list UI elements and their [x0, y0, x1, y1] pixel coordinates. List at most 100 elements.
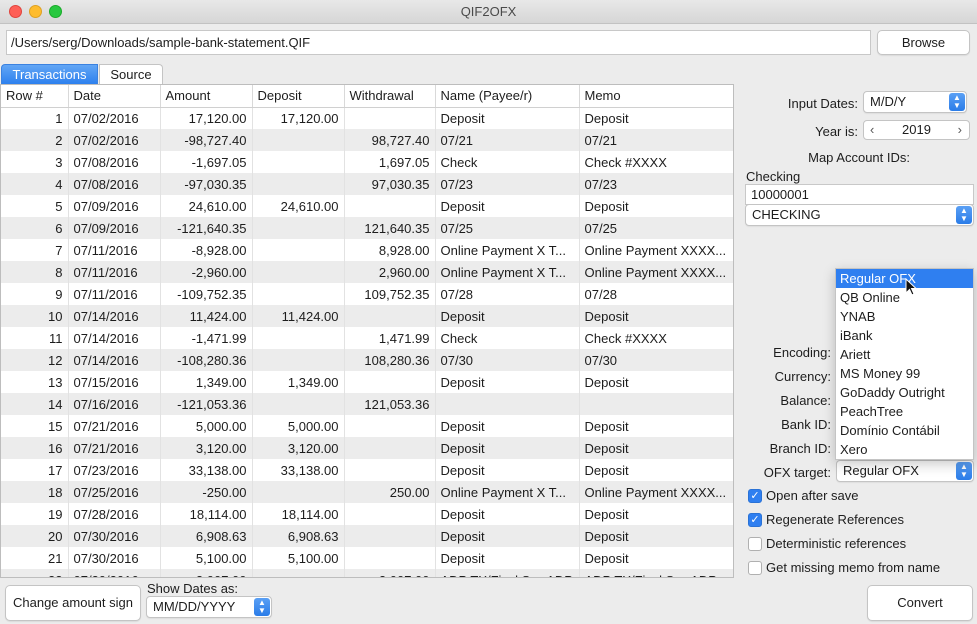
open-after-save-checkbox[interactable]: ✓: [748, 489, 762, 503]
tab-source[interactable]: Source: [99, 64, 163, 84]
chevron-right-icon[interactable]: ›: [958, 121, 962, 139]
table-row[interactable]: 19 07/28/2016 18,114.00 18,114.00 Deposit Dep…: [1, 503, 733, 525]
cell-row-number: 6: [1, 217, 69, 239]
cell-name: Deposit: [435, 415, 580, 437]
menu-item-godaddy-outright[interactable]: GoDaddy Outright: [836, 383, 973, 402]
table-row[interactable]: 8 07/11/2016 -2,960.00 2,960.00 Online Payme…: [1, 261, 733, 283]
cell-memo: Deposit: [579, 305, 733, 327]
get-missing-memo-checkbox[interactable]: [748, 561, 762, 575]
cell-name: Deposit: [435, 525, 580, 547]
year-stepper[interactable]: ‹ 2019 ›: [863, 120, 970, 140]
table-body: 1 07/02/2016 17,120.00 17,120.00 Deposit Depo…: [1, 107, 733, 577]
table-row[interactable]: 18 07/25/2016 -250.00 250.00 Online Payment …: [1, 481, 733, 503]
cell-name: 07/30: [435, 349, 580, 371]
table-row[interactable]: 2 07/02/2016 -98,727.40 98,727.40 07/21 07/21: [1, 129, 733, 151]
cell-row-number: 17: [1, 459, 69, 481]
cell-memo: Deposit: [579, 415, 733, 437]
menu-item-ibank[interactable]: iBank: [836, 326, 973, 345]
cell-deposit: 1,349.00: [252, 371, 345, 393]
table-row[interactable]: 7 07/11/2016 -8,928.00 8,928.00 Online Payme…: [1, 239, 733, 261]
close-window-button[interactable]: [9, 5, 22, 18]
change-amount-sign-button[interactable]: Change amount sign: [5, 585, 141, 621]
table-row[interactable]: 17 07/23/2016 33,138.00 33,138.00 Deposit Dep…: [1, 459, 733, 481]
cell-name: Check: [435, 151, 580, 173]
checkmark-icon: ✓: [750, 514, 760, 526]
menu-item-ms-money-99[interactable]: MS Money 99: [836, 364, 973, 383]
cell-amount: -1,471.99: [160, 327, 253, 349]
cell-name: 07/28: [435, 283, 580, 305]
cell-date: 07/02/2016: [68, 107, 161, 129]
cell-name: Online Payment X T...: [435, 239, 580, 261]
column-header-row-number[interactable]: Row #: [1, 85, 69, 108]
deterministic-references-label: Deterministic references: [766, 536, 907, 551]
cell-amount: 5,100.00: [160, 547, 253, 569]
menu-item-dominio-contabil[interactable]: Domínio Contábil: [836, 421, 973, 440]
show-dates-select[interactable]: MM/DD/YYYY ▲ ▼: [146, 596, 272, 618]
open-after-save-label: Open after save: [766, 488, 859, 503]
table-row[interactable]: 3 07/08/2016 -1,697.05 1,697.05 Check Check #…: [1, 151, 733, 173]
convert-button[interactable]: Convert: [867, 585, 973, 621]
account-type-select[interactable]: CHECKING ▲ ▼: [745, 204, 974, 226]
table-row[interactable]: 6 07/09/2016 -121,640.35 121,640.35 07/25 07/…: [1, 217, 733, 239]
cell-amount: 17,120.00: [160, 107, 253, 129]
table-row[interactable]: 11 07/14/2016 -1,471.99 1,471.99 Check Check …: [1, 327, 733, 349]
browse-button[interactable]: Browse: [877, 30, 970, 55]
menu-item-peachtree[interactable]: PeachTree: [836, 402, 973, 421]
show-dates-value: MM/DD/YYYY: [153, 599, 236, 614]
table-row[interactable]: 5 07/09/2016 24,610.00 24,610.00 Deposit Depo…: [1, 195, 733, 217]
cell-memo: 07/23: [579, 173, 733, 195]
table-row[interactable]: 21 07/30/2016 5,100.00 5,100.00 Deposit Depos…: [1, 547, 733, 569]
cell-withdrawal: [344, 503, 436, 525]
table-row[interactable]: 4 07/08/2016 -97,030.35 97,030.35 07/23 07/23: [1, 173, 733, 195]
file-path-input[interactable]: /Users/serg/Downloads/sample-bank-statem…: [6, 30, 871, 55]
cell-amount: 33,138.00: [160, 459, 253, 481]
menu-item-ariett[interactable]: Ariett: [836, 345, 973, 364]
column-header-withdrawal[interactable]: Withdrawal: [344, 85, 436, 108]
regenerate-references-checkbox[interactable]: ✓: [748, 513, 762, 527]
cell-amount: -2,007.00: [160, 569, 253, 577]
column-header-deposit[interactable]: Deposit: [252, 85, 345, 108]
column-header-amount[interactable]: Amount: [160, 85, 253, 108]
cell-memo: Online Payment XXXX...: [579, 239, 733, 261]
table-header-row: Row # Date Amount Deposit Withdrawal Nam…: [1, 85, 733, 108]
cell-deposit: 17,120.00: [252, 107, 345, 129]
cell-deposit: [252, 481, 345, 503]
deterministic-references-checkbox[interactable]: [748, 537, 762, 551]
minimize-window-button[interactable]: [29, 5, 42, 18]
column-header-memo[interactable]: Memo: [579, 85, 733, 108]
menu-item-xero[interactable]: Xero: [836, 440, 973, 459]
cell-memo: 07/21: [579, 129, 733, 151]
cell-date: 07/11/2016: [68, 283, 161, 305]
ofx-target-select[interactable]: Regular OFX ▲ ▼: [836, 460, 974, 482]
table-row[interactable]: 13 07/15/2016 1,349.00 1,349.00 Deposit Depos…: [1, 371, 733, 393]
table-row[interactable]: 2207/30/2016-2,007.002,007.00ADP TX/Finc…: [1, 569, 733, 577]
table-row[interactable]: 14 07/16/2016 -121,053.36 121,053.36: [1, 393, 733, 415]
table-row[interactable]: 20 07/30/2016 6,908.63 6,908.63 Deposit Depos…: [1, 525, 733, 547]
column-header-date[interactable]: Date: [68, 85, 161, 108]
cell-date: 07/30/2016: [68, 525, 161, 547]
tab-transactions[interactable]: Transactions: [1, 64, 98, 84]
menu-item-ynab[interactable]: YNAB: [836, 307, 973, 326]
maximize-window-button[interactable]: [49, 5, 62, 18]
cell-amount: 24,610.00: [160, 195, 253, 217]
table-row[interactable]: 9 07/11/2016 -109,752.35 109,752.35 07/28 07/…: [1, 283, 733, 305]
account-type-value: CHECKING: [752, 207, 821, 222]
cell-withdrawal: [344, 415, 436, 437]
cell-name: Deposit: [435, 547, 580, 569]
cell-date: 07/11/2016: [68, 261, 161, 283]
table-row[interactable]: 1 07/02/2016 17,120.00 17,120.00 Deposit Depo…: [1, 107, 733, 129]
account-id-input[interactable]: 10000001: [745, 184, 974, 205]
column-header-name[interactable]: Name (Payee/r): [435, 85, 580, 108]
table-row[interactable]: 12 07/14/2016 -108,280.36 108,280.36 07/30 07…: [1, 349, 733, 371]
cell-memo: 07/25: [579, 217, 733, 239]
cell-name: 07/23: [435, 173, 580, 195]
ofx-target-value: Regular OFX: [843, 463, 919, 478]
transactions-table[interactable]: Row # Date Amount Deposit Withdrawal Nam…: [0, 84, 734, 578]
map-account-ids-label: Map Account IDs:: [808, 150, 910, 165]
encoding-label: Encoding:: [773, 345, 831, 360]
table-row[interactable]: 15 07/21/2016 5,000.00 5,000.00 Deposit Depos…: [1, 415, 733, 437]
table-row[interactable]: 10 07/14/2016 11,424.00 11,424.00 Deposit Dep…: [1, 305, 733, 327]
table-row[interactable]: 16 07/21/2016 3,120.00 3,120.00 Deposit Depos…: [1, 437, 733, 459]
input-dates-select[interactable]: M/D/Y ▲ ▼: [863, 91, 967, 113]
cell-deposit: [252, 261, 345, 283]
